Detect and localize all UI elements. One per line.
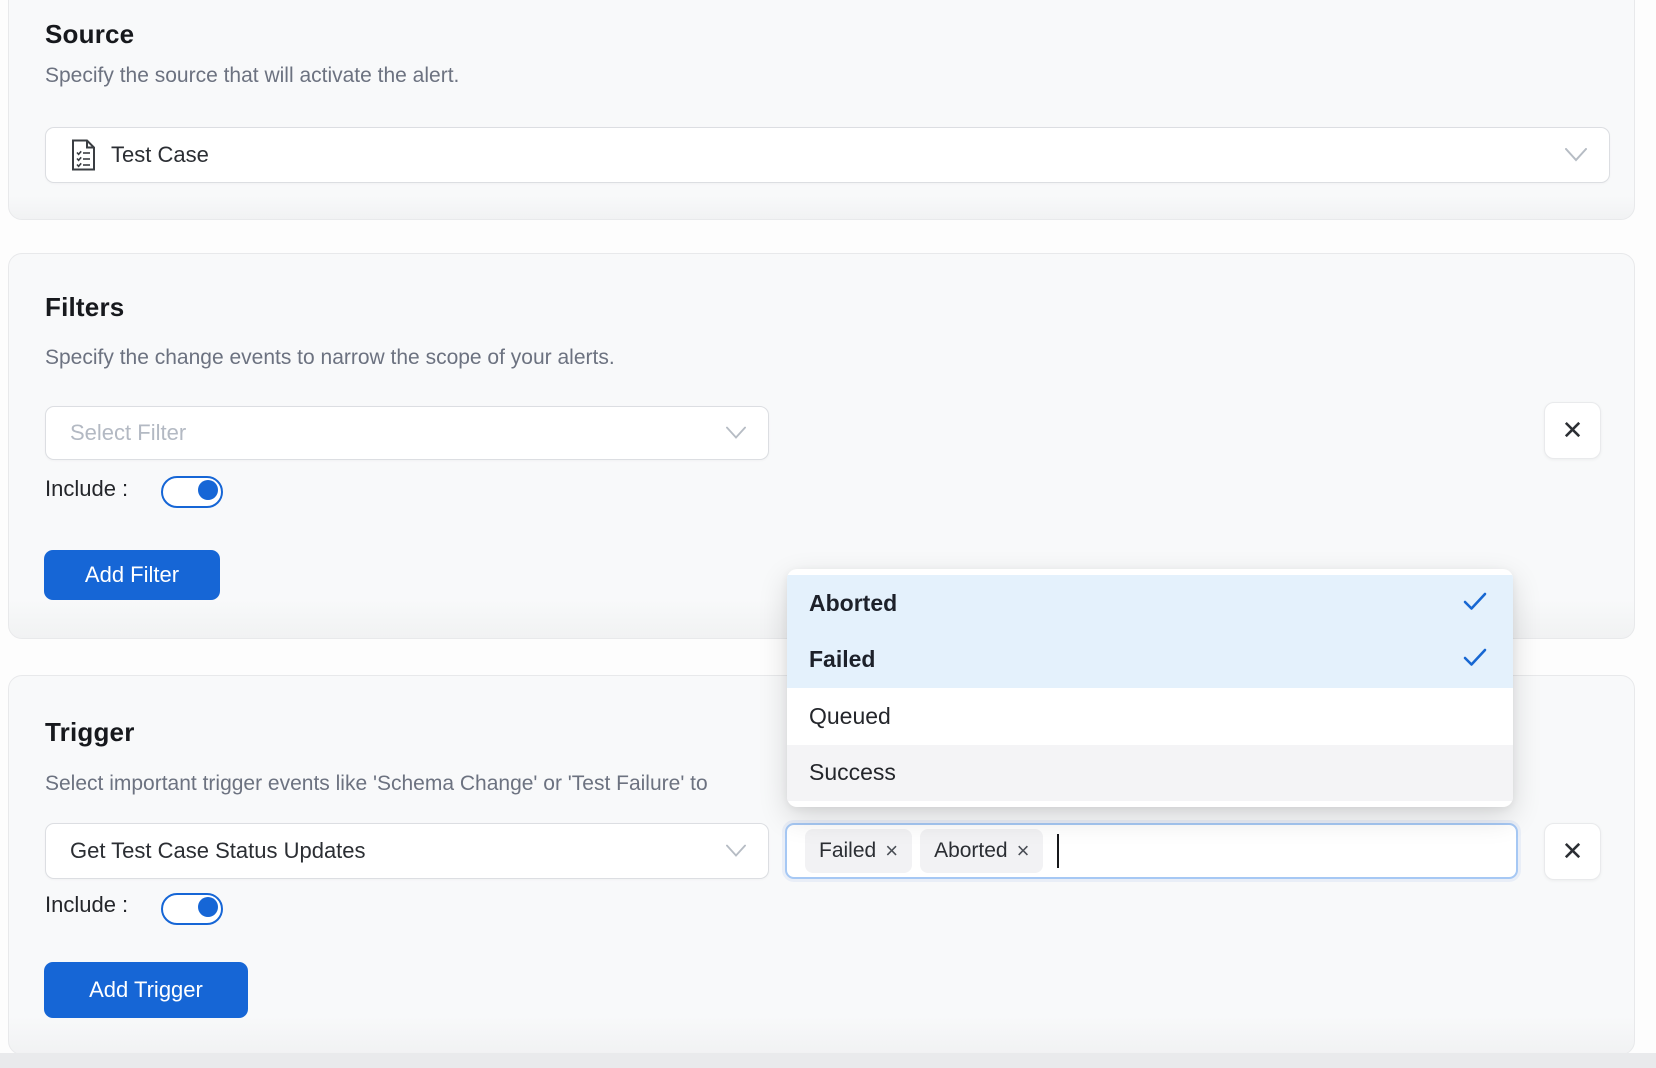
source-section-description: Specify the source that will activate th… [45,64,459,88]
alert-configuration-page: Source Specify the source that will acti… [0,0,1656,1068]
close-icon: ✕ [1562,836,1584,867]
source-section-title: Source [45,19,134,50]
dropdown-option-failed[interactable]: Failed [787,632,1513,689]
chip-remove-icon[interactable]: × [1017,838,1030,864]
dropdown-option-success[interactable]: Success [787,745,1513,802]
check-icon [1463,590,1487,617]
remove-filter-button[interactable]: ✕ [1544,402,1601,459]
dropdown-option-queued[interactable]: Queued [787,688,1513,745]
remove-trigger-button[interactable]: ✕ [1544,823,1601,880]
trigger-select[interactable]: Get Test Case Status Updates [45,823,769,879]
option-label: Success [809,759,896,786]
selected-chip[interactable]: Failed × [805,829,912,873]
add-filter-button[interactable]: Add Filter [44,550,220,600]
close-icon: ✕ [1562,415,1584,446]
dropdown-option-aborted[interactable]: Aborted [787,575,1513,632]
toggle-knob [198,480,218,500]
trigger-include-toggle[interactable] [161,893,223,925]
chip-label: Aborted [934,839,1008,863]
filter-select-placeholder: Select Filter [70,420,186,446]
status-options-dropdown: Aborted Failed Queued Success [787,569,1513,807]
toggle-knob [198,897,218,917]
selected-chip[interactable]: Aborted × [920,829,1043,873]
chevron-down-icon [726,427,746,440]
include-label: Include : [45,476,128,502]
option-label: Failed [809,646,875,673]
chevron-down-icon [726,845,746,858]
page-bottom-shade [0,1053,1656,1068]
add-trigger-button[interactable]: Add Trigger [44,962,248,1018]
filters-section-title: Filters [45,292,124,323]
filter-include-toggle[interactable] [161,476,223,508]
trigger-select-value: Get Test Case Status Updates [70,838,366,864]
filter-select[interactable]: Select Filter [45,406,769,460]
chip-remove-icon[interactable]: × [885,838,898,864]
source-select-value: Test Case [111,142,209,168]
check-icon [1463,646,1487,673]
status-multiselect-input[interactable]: Failed × Aborted × [785,823,1518,879]
filters-section-description: Specify the change events to narrow the … [45,346,615,370]
text-cursor [1057,834,1059,868]
option-label: Aborted [809,590,897,617]
test-case-document-icon [70,139,97,171]
option-label: Queued [809,703,891,730]
include-label: Include : [45,892,128,918]
chip-label: Failed [819,839,876,863]
source-select[interactable]: Test Case [45,127,1610,183]
trigger-section-title: Trigger [45,717,135,748]
chevron-down-icon [1565,148,1587,162]
source-section-card: Source Specify the source that will acti… [8,0,1635,220]
